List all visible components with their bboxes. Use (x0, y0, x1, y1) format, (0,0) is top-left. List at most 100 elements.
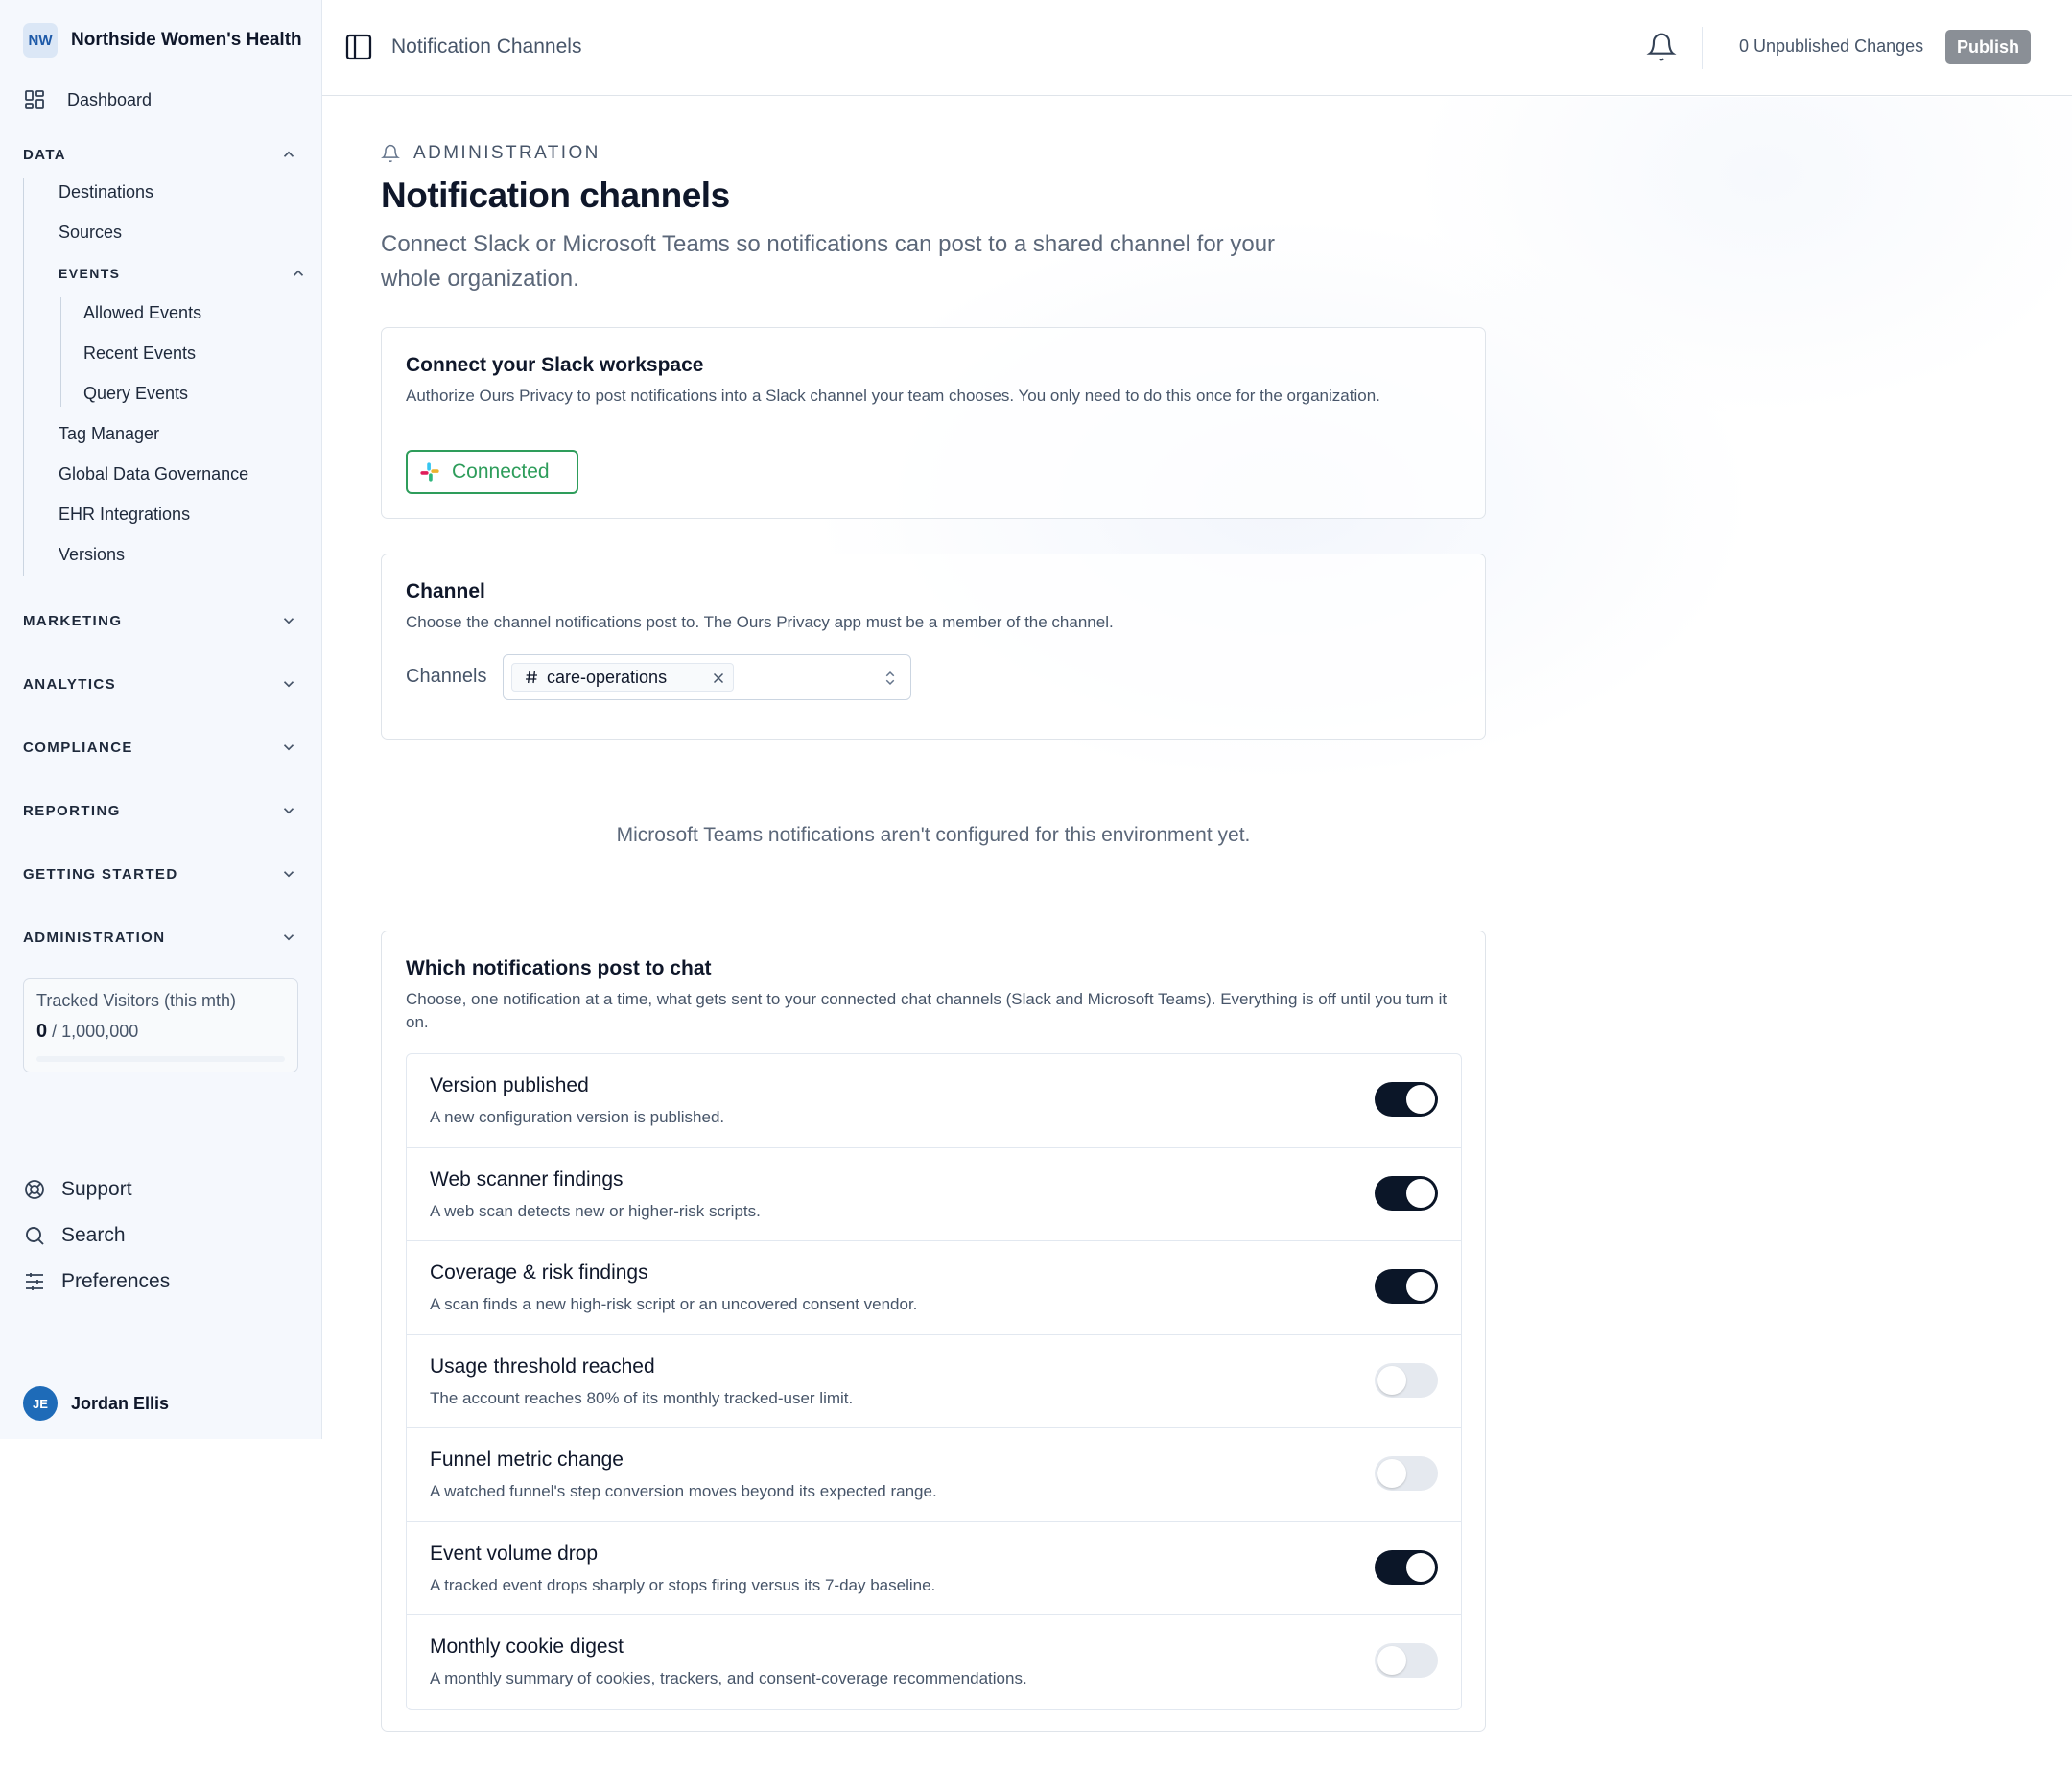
notifications-button[interactable] (1646, 31, 1677, 68)
teams-not-configured-note: Microsoft Teams notifications aren't con… (616, 824, 1251, 846)
notification-toggle[interactable] (1375, 1269, 1438, 1304)
sidebar-item-dashboard[interactable]: Dashboard (23, 88, 152, 111)
org-name: Northside Women's Health (71, 30, 302, 50)
notification-toggle[interactable] (1375, 1362, 1438, 1398)
notification-description: A tracked event drops sharply or stops f… (430, 1575, 936, 1594)
dashboard-icon (25, 90, 44, 109)
notification-title: Funnel metric change (430, 1449, 624, 1471)
notification-title: Event volume drop (430, 1542, 599, 1565)
notification-toggle[interactable] (1375, 1549, 1438, 1585)
search-link[interactable]: Search (23, 1224, 126, 1247)
toggle-knob (1406, 1085, 1435, 1114)
chevron-down-icon (283, 681, 294, 688)
tracked-visitors-progress (36, 1056, 285, 1062)
tracked-visitors-label: Tracked Visitors (this mth) (36, 991, 237, 1010)
preferences-link[interactable]: Preferences (23, 1270, 170, 1293)
topbar-divider (1702, 27, 1703, 69)
notification-title: Web scanner findings (430, 1167, 624, 1190)
section-marketing[interactable]: MARKETING (23, 612, 297, 629)
notification-title: Monthly cookie digest (430, 1636, 624, 1658)
page-description: Connect Slack or Microsoft Teams so noti… (381, 231, 1276, 292)
chevron-up-down-icon (885, 671, 895, 686)
sidebar-item-global-data-governance[interactable]: Global Data Governance (59, 464, 248, 484)
breadcrumb: ADMINISTRATION (381, 143, 600, 164)
support-link[interactable]: Support (23, 1178, 132, 1201)
notification-toggle[interactable] (1375, 1643, 1438, 1678)
notification-toggle[interactable] (1375, 1175, 1438, 1211)
sidebar: NW Northside Women's Health Dashboard DA… (0, 0, 322, 1439)
sidebar-item-sources[interactable]: Sources (59, 223, 122, 243)
channels-field-label: Channels (406, 666, 487, 687)
notifications-card: Which notifications post to chat Choose,… (381, 931, 1486, 1732)
user-name: Jordan Ellis (71, 1393, 170, 1413)
channels-select[interactable]: care-operations (503, 654, 911, 700)
main-content: ADMINISTRATION Notification channels Con… (323, 97, 2072, 1767)
chevron-down-icon (283, 934, 294, 941)
section-getting-started[interactable]: GETTING STARTED (23, 865, 297, 883)
slack-connected-label: Connected (452, 460, 550, 483)
toggle-knob (1377, 1365, 1406, 1395)
toggle-knob (1377, 1646, 1406, 1675)
sidebar-item-query-events[interactable]: Query Events (83, 384, 188, 404)
section-compliance-label: COMPLIANCE (23, 739, 133, 756)
sidebar-toggle-button[interactable] (343, 32, 374, 67)
dashboard-label: Dashboard (67, 89, 153, 109)
publish-button[interactable]: Publish (1945, 30, 2032, 64)
preferences-label: Preferences (61, 1270, 171, 1292)
tracked-visitors-card: Tracked Visitors (this mth) 0 / 1,000,00… (23, 978, 298, 1072)
tracked-visitors-limit: / 1,000,000 (52, 1022, 139, 1041)
bell-icon (381, 144, 400, 163)
notification-toggle[interactable] (1375, 1456, 1438, 1491)
section-data[interactable]: DATA (23, 146, 297, 163)
notification-description: A web scan detects new or higher-risk sc… (430, 1201, 761, 1220)
section-administration[interactable]: ADMINISTRATION (23, 929, 297, 946)
search-icon (26, 1227, 44, 1245)
support-label: Support (61, 1178, 132, 1200)
section-reporting[interactable]: REPORTING (23, 802, 297, 819)
notifications-card-title: Which notifications post to chat (406, 957, 712, 979)
user-menu[interactable]: JE Jordan Ellis (23, 1386, 169, 1421)
section-compliance[interactable]: COMPLIANCE (23, 739, 297, 756)
section-getting-started-label: GETTING STARTED (23, 865, 178, 883)
notification-description: The account reaches 80% of its monthly t… (430, 1388, 854, 1407)
notification-row-usage-threshold: Usage threshold reached The account reac… (407, 1335, 1461, 1428)
sidebar-item-versions[interactable]: Versions (59, 545, 125, 565)
section-analytics[interactable]: ANALYTICS (23, 675, 297, 693)
notification-description: A new configuration version is published… (430, 1108, 725, 1126)
notification-description: A scan finds a new high-risk script or a… (430, 1295, 918, 1313)
section-analytics-label: ANALYTICS (23, 675, 117, 693)
toggle-knob (1406, 1272, 1435, 1301)
sidebar-item-ehr-integrations[interactable]: EHR Integrations (59, 505, 190, 525)
sidebar-item-recent-events[interactable]: Recent Events (83, 343, 196, 364)
org-switcher[interactable]: NW Northside Women's Health (23, 23, 302, 58)
notification-title: Usage threshold reached (430, 1355, 655, 1378)
events-rail (60, 297, 61, 407)
notification-row-web-scanner-findings: Web scanner findings A web scan detects … (407, 1148, 1461, 1241)
remove-channel-button[interactable] (710, 670, 727, 692)
sliders-icon (26, 1273, 43, 1290)
tracked-visitors-value: 0 (36, 1021, 48, 1042)
notification-title: Version published (430, 1074, 589, 1096)
slack-connected-button[interactable]: Connected (406, 450, 578, 494)
sidebar-item-destinations[interactable]: Destinations (59, 182, 153, 202)
chevron-up-icon (283, 151, 294, 157)
sidebar-item-tag-manager[interactable]: Tag Manager (59, 424, 159, 444)
hash-icon (526, 671, 537, 684)
notification-row-funnel-metric-change: Funnel metric change A watched funnel's … (407, 1428, 1461, 1522)
sidebar-item-allowed-events[interactable]: Allowed Events (83, 303, 201, 323)
search-label: Search (61, 1224, 126, 1246)
section-data-label: DATA (23, 146, 67, 163)
section-marketing-label: MARKETING (23, 612, 123, 629)
bell-icon (1646, 33, 1677, 61)
notification-description: A watched funnel's step conversion moves… (430, 1482, 937, 1500)
breadcrumb-label: ADMINISTRATION (413, 143, 600, 163)
channel-card: Channel Choose the channel notifications… (381, 554, 1486, 740)
chevron-up-icon (293, 270, 304, 276)
data-rail (23, 178, 24, 576)
section-events[interactable]: EVENTS (59, 265, 307, 282)
section-events-label: EVENTS (59, 266, 121, 281)
section-administration-label: ADMINISTRATION (23, 929, 166, 946)
avatar: JE (23, 1386, 58, 1421)
org-avatar: NW (23, 23, 58, 58)
notification-toggle[interactable] (1375, 1082, 1438, 1117)
